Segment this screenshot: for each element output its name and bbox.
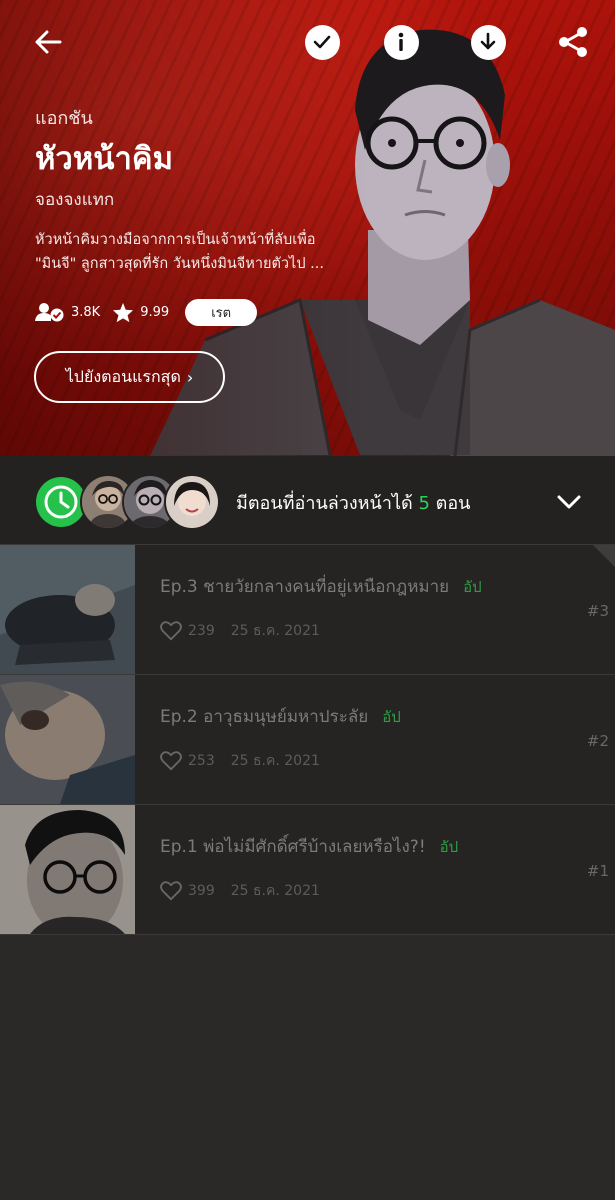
- stats-row: 3.8K 9.99 เรต: [35, 298, 258, 326]
- heart-icon: [160, 621, 182, 641]
- download-button[interactable]: [470, 24, 506, 60]
- author-name: จองจงแทก: [35, 190, 115, 210]
- episode-list: Ep.3 ชายวัยกลางคนที่อยู่เหนือกฎหมาย อัป 2…: [0, 545, 615, 935]
- star-icon: [113, 302, 134, 322]
- rating-stat: 9.99: [112, 302, 169, 323]
- rating-value: 9.99: [140, 304, 170, 320]
- share-button[interactable]: [555, 24, 591, 60]
- episode-title-line: Ep.3 ชายวัยกลางคนที่อยู่เหนือกฎหมาย อัป: [160, 573, 482, 600]
- subscribe-button[interactable]: [304, 24, 340, 60]
- advance-episodes-text: มีตอนที่อ่านล่วงหน้าได้ 5 ตอน: [236, 488, 470, 517]
- episode-title: Ep.2 อาวุธมนุษย์มหาประลัย: [160, 707, 369, 727]
- episode-thumbnail: [0, 545, 135, 674]
- episode-title: Ep.3 ชายวัยกลางคนที่อยู่เหนือกฎหมาย: [160, 577, 450, 597]
- advance-text-after: ตอน: [435, 493, 471, 514]
- corner-marker: [593, 545, 615, 567]
- episode-row[interactable]: Ep.2 อาวุธมนุษย์มหาประลัย อัป 253 25 ธ.ค.…: [0, 675, 615, 805]
- episode-update-badge: อัป: [382, 708, 401, 726]
- episode-title-line: Ep.1 พ่อไม่มีศักดิ์ศรีบ้างเลยหรือไง?! อัป: [160, 833, 458, 860]
- episode-date: 25 ธ.ค. 2021: [230, 883, 320, 899]
- series-title: หัวหน้าคิม: [35, 141, 174, 177]
- share-icon: [559, 27, 587, 57]
- back-button[interactable]: [30, 24, 66, 60]
- rate-button[interactable]: เรต: [185, 298, 258, 326]
- episode-row[interactable]: Ep.3 ชายวัยกลางคนที่อยู่เหนือกฎหมาย อัป 2…: [0, 545, 615, 675]
- info-icon: [383, 24, 419, 60]
- episode-update-badge: อัป: [439, 838, 459, 856]
- heart-icon: [160, 751, 182, 771]
- episode-update-badge: อัป: [463, 578, 482, 596]
- info-button[interactable]: [383, 24, 419, 60]
- episode-thumbnail: [0, 805, 135, 934]
- episode-meta: 399 25 ธ.ค. 2021: [160, 880, 320, 902]
- episode-date: 25 ธ.ค. 2021: [230, 623, 320, 639]
- avatar: [164, 474, 220, 530]
- episode-number: #1: [586, 862, 609, 880]
- episode-meta: 239 25 ธ.ค. 2021: [160, 620, 320, 642]
- episode-likes: 253: [188, 753, 215, 769]
- heart-icon: [160, 881, 182, 901]
- chevron-right-icon: ›: [186, 367, 194, 387]
- hero-banner: แอกชัน หัวหน้าคิม จองจงแทก หัวหน้าคิมวาง…: [0, 0, 615, 456]
- episode-date: 25 ธ.ค. 2021: [230, 753, 320, 769]
- genre-label: แอกชัน: [35, 108, 93, 129]
- arrow-left-icon: [35, 30, 62, 54]
- synopsis[interactable]: หัวหน้าคิมวางมือจากการเป็นเจ้าหน้าที่ลับ…: [35, 228, 355, 276]
- synopsis-line: หัวหน้าคิมวางมือจากการเป็นเจ้าหน้าที่ลับ…: [35, 232, 316, 248]
- advance-text-before: มีตอนที่อ่านล่วงหน้าได้: [236, 493, 413, 514]
- clock-icon: [36, 477, 86, 527]
- episode-title-line: Ep.2 อาวุธมนุษย์มหาประลัย อัป: [160, 703, 401, 730]
- episode-number: #2: [586, 732, 609, 750]
- first-episode-button[interactable]: ไปยังตอนแรกสุด ›: [34, 351, 225, 403]
- check-icon: [304, 24, 340, 60]
- episode-thumbnail: [0, 675, 135, 804]
- episode-likes: 399: [188, 883, 215, 899]
- episode-title: Ep.1 พ่อไม่มีศักดิ์ศรีบ้างเลยหรือไง?!: [160, 837, 426, 857]
- first-episode-label: ไปยังตอนแรกสุด: [65, 366, 181, 386]
- download-icon: [470, 24, 506, 60]
- episode-meta: 253 25 ธ.ค. 2021: [160, 750, 320, 772]
- subscriber-count: 3.8K: [71, 304, 101, 320]
- chevron-down-icon[interactable]: [555, 490, 583, 514]
- episode-row[interactable]: Ep.1 พ่อไม่มีศักดิ์ศรีบ้างเลยหรือไง?! อัป…: [0, 805, 615, 935]
- episode-likes: 239: [188, 623, 215, 639]
- episode-number: #3: [586, 602, 609, 620]
- advance-episode-count: 5: [418, 493, 430, 514]
- subscribers-icon: [35, 303, 64, 322]
- subscriber-stat: 3.8K: [35, 302, 100, 322]
- synopsis-line: "มินจี" ลูกสาวสุดที่รัก วันหนึ่งมินจีหาย…: [35, 256, 324, 272]
